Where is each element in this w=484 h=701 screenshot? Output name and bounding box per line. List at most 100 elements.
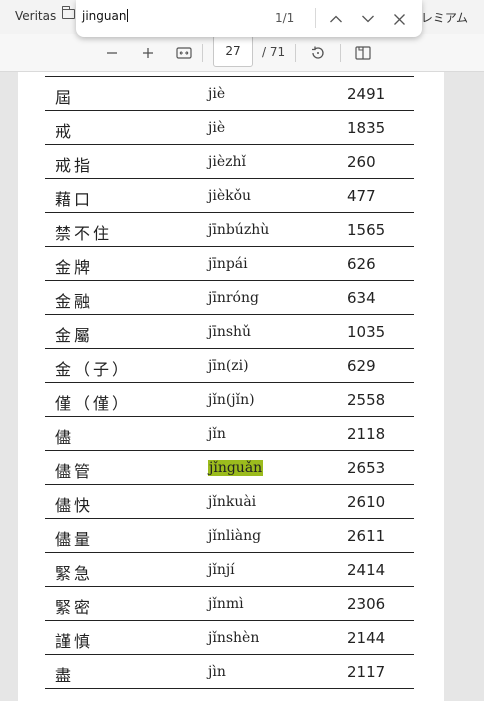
row-hanzi: 金牌 [55, 258, 94, 277]
two-page-icon [355, 46, 371, 60]
find-query: jinguan [82, 9, 127, 23]
row-number: 629 [347, 357, 376, 375]
fit-width-button[interactable] [173, 42, 195, 64]
row-hanzi: 金（子） [55, 360, 132, 379]
row-number: 2611 [347, 527, 386, 545]
find-bar: jinguan 1/1 [76, 0, 422, 37]
row-number: 2414 [347, 561, 386, 579]
table-row: 禁不住 jīnbúzhù 1565 [45, 213, 414, 247]
toolbar-divider [295, 44, 296, 62]
table-row: 盡 jìn 2117 [45, 655, 414, 689]
search-highlight: jǐnguǎn [208, 460, 264, 476]
row-number: 2117 [347, 663, 386, 681]
row-hanzi: 盡 [55, 666, 75, 685]
row-hanzi: 屆 [55, 88, 75, 107]
table-row: 儘快 jǐnkuài 2610 [45, 485, 414, 519]
row-pinyin: jiè [208, 86, 226, 102]
rotate-icon [312, 46, 324, 59]
find-input[interactable]: jinguan [82, 9, 129, 23]
toolbar-divider [202, 44, 203, 62]
row-pinyin: jīnpái [208, 256, 248, 272]
table-row: 金牌 jīnpái 626 [45, 247, 414, 281]
row-pinyin: jīnshǔ [208, 324, 252, 340]
row-number: 626 [347, 255, 376, 273]
table-row: 藉口 jièkǒu 477 [45, 179, 414, 213]
row-number: 1565 [347, 221, 386, 239]
toolbar-divider [340, 44, 341, 62]
row-pinyin: jìn [208, 664, 226, 680]
bookmark-folder[interactable] [62, 6, 75, 19]
row-number: 2306 [347, 595, 386, 613]
row-hanzi: 緊密 [55, 598, 94, 617]
row-pinyin: jièkǒu [208, 188, 252, 204]
row-pinyin: jǐnmì [208, 596, 244, 612]
row-pinyin: jǐn(jǐn) [208, 392, 255, 408]
row-hanzi: 金屬 [55, 326, 94, 345]
find-match-count: 1/1 [275, 11, 295, 25]
minus-icon [107, 52, 117, 54]
table-row: 戒 jiè 1835 [45, 111, 414, 145]
table-row: 緊急 jǐnjí 2414 [45, 553, 414, 587]
row-pinyin: jièzhǐ [208, 154, 246, 170]
table-row: 戒指 jièzhǐ 260 [45, 145, 414, 179]
row-pinyin: jǐnkuài [208, 494, 257, 510]
table-row: 謹慎 jǐnshèn 2144 [45, 621, 414, 655]
row-hanzi: 金融 [55, 292, 94, 311]
row-hanzi: 儘 [55, 428, 75, 447]
row-hanzi: 儘量 [55, 530, 94, 549]
zoom-in-button[interactable] [137, 42, 159, 64]
row-pinyin: jǐn [208, 426, 226, 442]
row-pinyin: jǐnshèn [208, 630, 260, 646]
page-total: / 71 [262, 45, 286, 59]
bookmark-veritas-label: Veritas [15, 9, 57, 23]
table-row: 屆 jiè 2491 [45, 77, 414, 111]
rotate-button[interactable] [307, 42, 329, 64]
table-row: 金屬 jīnshǔ 1035 [45, 315, 414, 349]
row-number: 2491 [347, 85, 386, 103]
row-pinyin: jiè [208, 120, 226, 136]
find-close-button[interactable] [388, 8, 410, 30]
row-number: 2610 [347, 493, 386, 511]
row-pinyin: jǐnjí [208, 562, 235, 578]
row-number: 2118 [347, 425, 386, 443]
row-pinyin: jīn(zi) [208, 358, 249, 374]
row-number: 260 [347, 153, 376, 171]
row-hanzi: 僅（僅） [55, 394, 132, 413]
row-hanzi: 戒 [55, 122, 75, 141]
table-row: 緊密 jǐnmì 2306 [45, 587, 414, 621]
row-pinyin: jǐnliàng [208, 528, 262, 544]
row-number: 2558 [347, 391, 386, 409]
table-row: 儘管 jǐnguǎn 2653 [45, 451, 414, 485]
bookmark-veritas[interactable]: Veritas [0, 9, 56, 23]
find-previous-button[interactable] [325, 8, 347, 30]
find-next-button[interactable] [357, 8, 379, 30]
row-hanzi: 戒指 [55, 156, 94, 175]
row-number: 1035 [347, 323, 386, 341]
row-hanzi: 儘快 [55, 496, 94, 515]
row-number: 2653 [347, 459, 386, 477]
row-hanzi: 緊急 [55, 564, 94, 583]
row-number: 1835 [347, 119, 386, 137]
find-divider [315, 8, 316, 28]
table-row: 僅（僅） jǐn(jǐn) 2558 [45, 383, 414, 417]
row-number: 634 [347, 289, 376, 307]
row-pinyin: jīnróng [208, 290, 259, 306]
chevron-up-icon [330, 15, 342, 23]
table-row: 金融 jīnróng 634 [45, 281, 414, 315]
chevron-down-icon [362, 15, 374, 23]
table-row: 儘 jǐn 2118 [45, 417, 414, 451]
row-hanzi: 禁不住 [55, 224, 113, 243]
row-hanzi: 謹慎 [55, 632, 94, 651]
row-number: 2144 [347, 629, 386, 647]
page-number-input[interactable]: 27 [213, 35, 253, 67]
plus-icon [143, 48, 153, 58]
zoom-out-button[interactable] [101, 42, 123, 64]
two-page-view-button[interactable] [352, 42, 374, 64]
table-row: 金（子） jīn(zi) 629 [45, 349, 414, 383]
fit-width-icon [176, 47, 192, 59]
text-caret [127, 9, 129, 22]
row-pinyin: jīnbúzhù [208, 222, 270, 238]
table-row: 儘量 jǐnliàng 2611 [45, 519, 414, 553]
close-icon [393, 13, 405, 25]
row-hanzi: 儘管 [55, 462, 94, 481]
